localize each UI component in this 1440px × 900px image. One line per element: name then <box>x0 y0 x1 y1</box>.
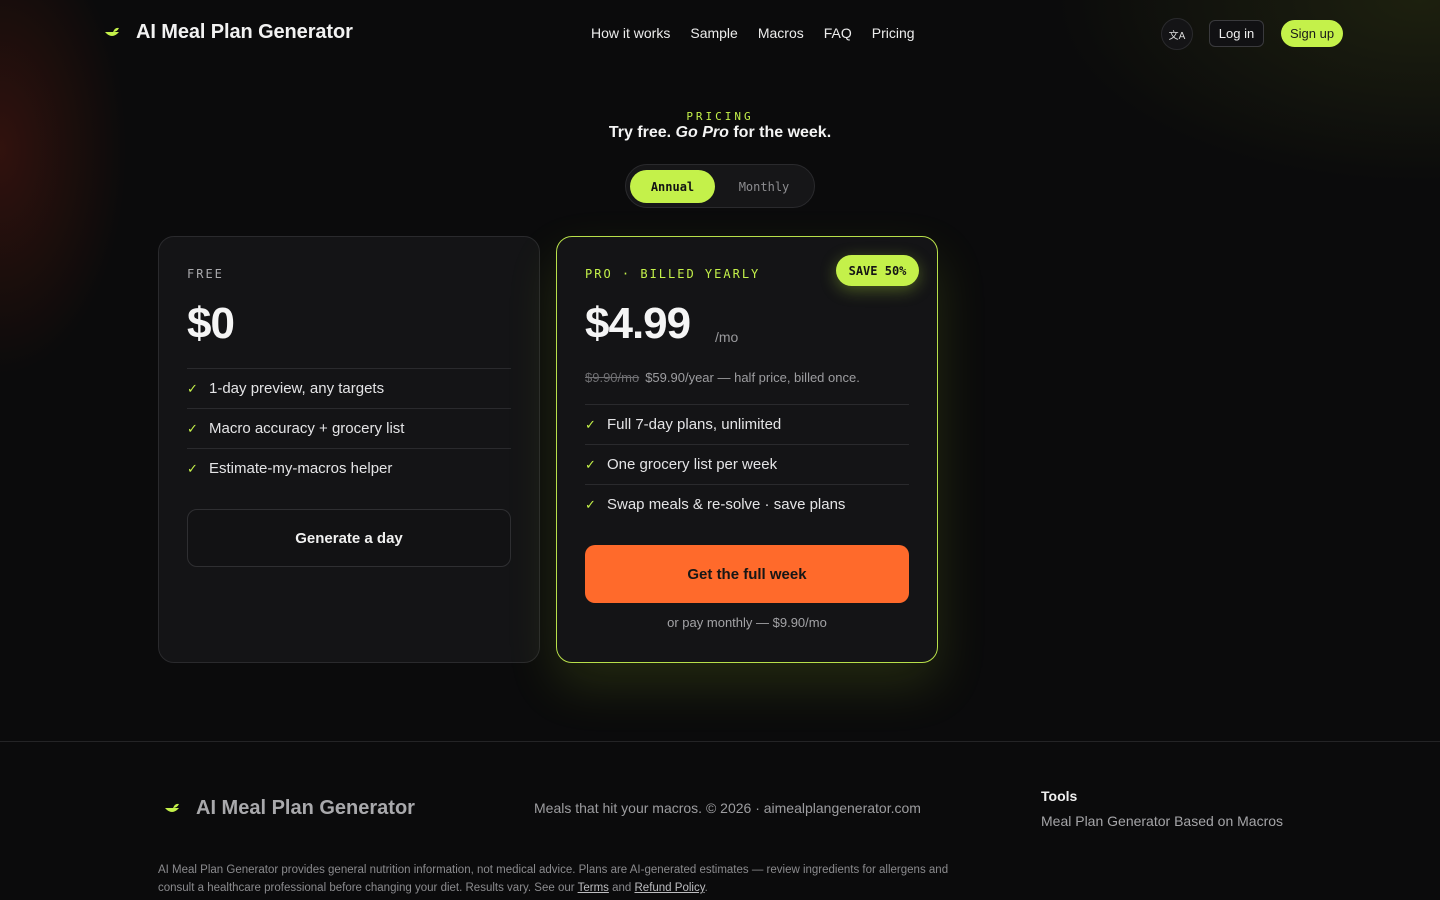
free-plan-label: FREE <box>187 267 224 281</box>
save-badge: SAVE 50% <box>836 255 919 286</box>
check-icon: ✓ <box>585 496 596 512</box>
free-plan-price: $0 <box>187 299 235 348</box>
headline-prefix: Try free. <box>608 124 672 141</box>
annual-price-note: $59.90/year — half price, billed once. <box>645 370 860 385</box>
feature-item: ✓ Estimate-my-macros helper <box>187 448 511 488</box>
feature-item: ✓ Macro accuracy + grocery list <box>187 408 511 448</box>
feature-item: ✓ 1-day preview, any targets <box>187 368 511 408</box>
nav-how-it-works[interactable]: How it works <box>591 25 670 41</box>
pricing-eyebrow: PRICING <box>686 110 754 123</box>
language-button[interactable]: 文A <box>1161 18 1193 50</box>
toggle-annual[interactable]: Annual <box>630 170 715 203</box>
feature-item: ✓ Swap meals & re-solve · save plans <box>585 484 909 524</box>
check-icon: ✓ <box>187 460 198 476</box>
terms-link[interactable]: Terms <box>578 882 609 894</box>
login-button[interactable]: Log in <box>1209 20 1264 47</box>
old-price: $9.90/mo <box>585 370 640 385</box>
pro-plan-price: $4.99 <box>585 299 691 348</box>
headline-emphasis: Go Pro <box>675 124 729 141</box>
footer-tools-title: Tools <box>1041 788 1078 804</box>
pro-plan-label: PRO · BILLED YEARLY <box>585 267 761 281</box>
check-icon: ✓ <box>585 416 596 432</box>
toggle-monthly[interactable]: Monthly <box>722 170 806 203</box>
footer-brand: AI Meal Plan Generator <box>196 797 415 819</box>
nav-pricing[interactable]: Pricing <box>872 25 915 41</box>
nav-macros[interactable]: Macros <box>758 25 804 41</box>
footer-divider <box>0 741 1440 742</box>
headline-suffix: for the week. <box>733 124 832 141</box>
pro-feature-list: ✓ Full 7-day plans, unlimited ✓ One grocer… <box>585 404 909 524</box>
site-header: AI Meal Plan Generator How it works Samp… <box>0 0 1440 68</box>
footer-tagline: Meals that hit your macros. © 2026 · aim… <box>534 800 921 816</box>
price-period: /mo <box>715 329 739 345</box>
footer-tools-link[interactable]: Meal Plan Generator Based on Macros <box>1041 813 1283 829</box>
footer-disclaimer: AI Meal Plan Generator provides general … <box>158 864 949 894</box>
refund-policy-link[interactable]: Refund Policy <box>635 882 705 894</box>
free-plan-card: FREE $0 ✓ 1-day preview, any targets ✓ Mac… <box>158 236 540 663</box>
signup-button[interactable]: Sign up <box>1281 20 1343 47</box>
pricing-headline: Try free. Go Pro for the week. <box>0 124 1440 142</box>
pro-plan-card: PRO · BILLED YEARLY SAVE 50% $4.99 /mo $… <box>556 236 938 663</box>
billing-toggle: Annual Monthly <box>625 164 815 208</box>
main-nav: How it works Sample Macros FAQ Pricing <box>591 25 915 41</box>
get-full-week-button[interactable]: Get the full week <box>585 545 909 603</box>
price-note: $9.90/mo $59.90/year — half price, billed… <box>585 370 860 385</box>
nav-faq[interactable]: FAQ <box>824 25 852 41</box>
feature-item: ✓ One grocery list per week <box>585 444 909 484</box>
translate-icon: 文A <box>1168 30 1186 42</box>
leaf-bowl-icon[interactable] <box>104 27 120 41</box>
generate-day-button[interactable]: Generate a day <box>187 509 511 567</box>
brand-name[interactable]: AI Meal Plan Generator <box>136 21 353 44</box>
nav-sample[interactable]: Sample <box>690 25 737 41</box>
leaf-bowl-icon <box>165 803 179 812</box>
free-feature-list: ✓ 1-day preview, any targets ✓ Macro accur… <box>187 368 511 488</box>
check-icon: ✓ <box>585 456 596 472</box>
monthly-pricing-note: or pay monthly — $9.90/mo <box>667 615 827 630</box>
feature-item: ✓ Full 7-day plans, unlimited <box>585 404 909 444</box>
check-icon: ✓ <box>187 380 198 396</box>
check-icon: ✓ <box>187 420 198 436</box>
